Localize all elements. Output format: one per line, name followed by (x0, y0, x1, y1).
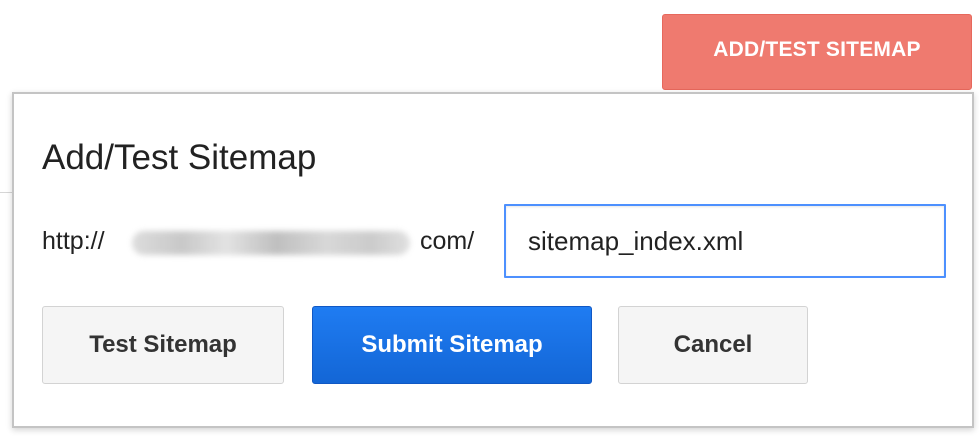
cancel-button[interactable]: Cancel (618, 306, 808, 384)
sitemap-url-row: http:// com/ (42, 204, 962, 280)
page: ADD/TEST SITEMAP Add/Test Sitemap http:/… (0, 0, 979, 436)
add-test-sitemap-dialog: Add/Test Sitemap http:// com/ Test Sitem… (12, 92, 974, 428)
submit-sitemap-button[interactable]: Submit Sitemap (312, 306, 592, 384)
sitemap-path-input[interactable] (504, 204, 946, 278)
url-suffix: com/ (420, 227, 475, 255)
dialog-title: Add/Test Sitemap (42, 138, 317, 177)
dialog-actions: Test Sitemap Submit Sitemap Cancel (42, 306, 942, 386)
add-test-sitemap-button[interactable]: ADD/TEST SITEMAP (662, 14, 972, 90)
test-sitemap-button[interactable]: Test Sitemap (42, 306, 284, 384)
url-prefix: http:// (42, 227, 105, 255)
redacted-domain (132, 231, 410, 255)
